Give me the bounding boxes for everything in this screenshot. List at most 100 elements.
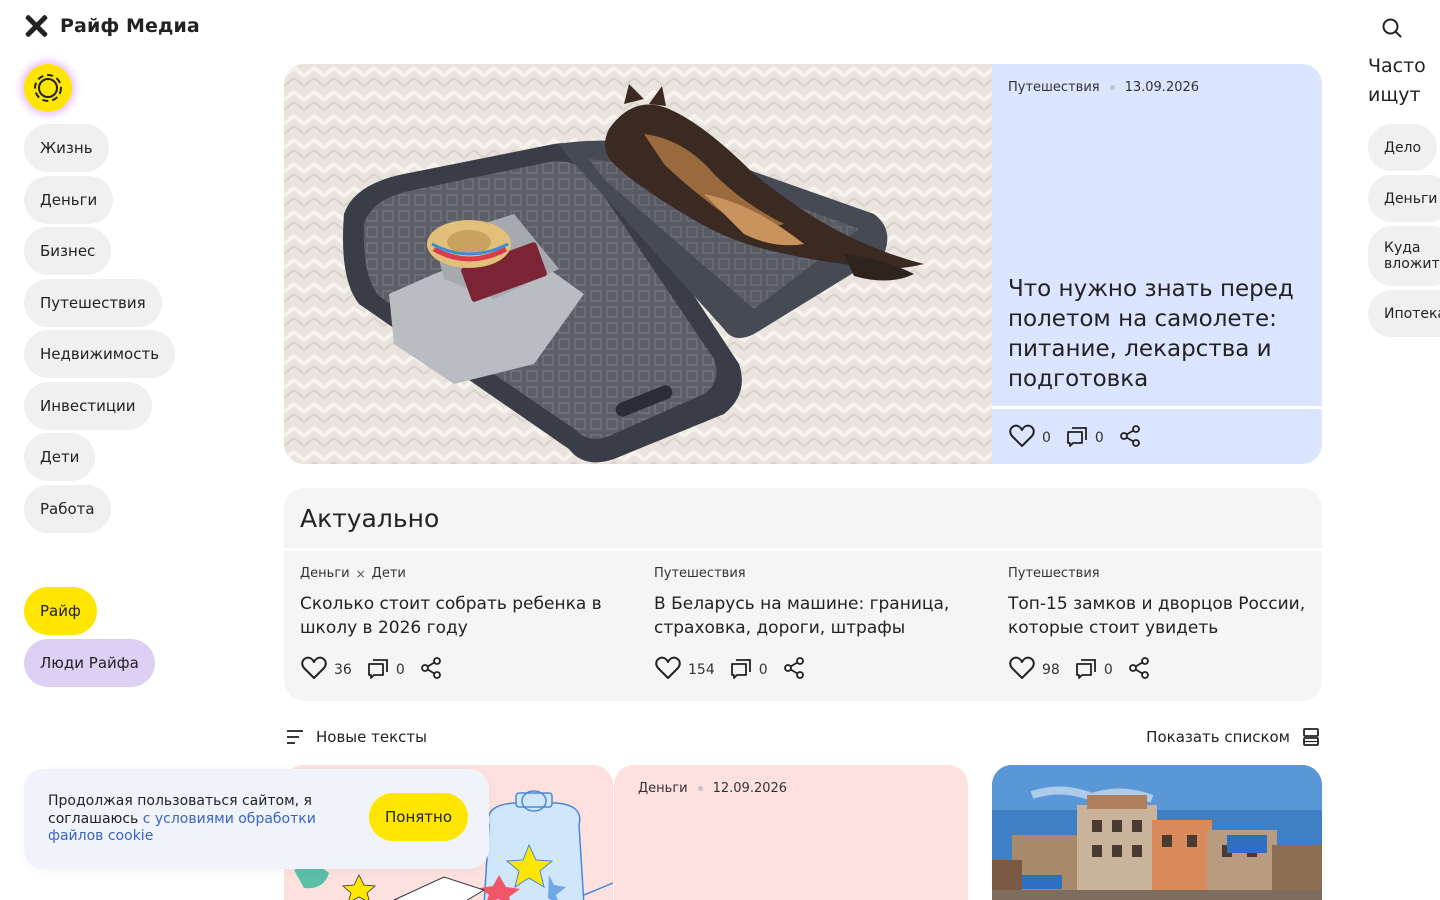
- like-button[interactable]: [1008, 422, 1036, 454]
- nav-item-life[interactable]: Жизнь: [24, 124, 109, 172]
- logo-text: Райф Медиа: [60, 15, 200, 37]
- like-count: 98: [1042, 662, 1060, 678]
- heart-icon: [1009, 656, 1035, 679]
- comment-count: 0: [758, 662, 768, 678]
- article-actions: 98 0: [1008, 654, 1338, 686]
- share-icon: [783, 657, 804, 679]
- actual-article[interactable]: Путешествия Топ-15 замков и дворцов Росс…: [1008, 566, 1338, 686]
- comment-button[interactable]: [729, 656, 753, 684]
- search-button[interactable]: [1380, 16, 1404, 40]
- nav-item-kids[interactable]: Дети: [24, 433, 96, 481]
- new-texts-label: Новые тексты: [316, 728, 427, 746]
- often-searched-title-line1: Часто: [1368, 55, 1426, 77]
- comment-icon: [730, 659, 751, 679]
- feed-toolbar: Новые тексты Показать списком: [284, 724, 1322, 750]
- comment-button[interactable]: [1074, 656, 1098, 684]
- hero-photo-cat-in-suitcase: [284, 64, 992, 464]
- nav-item-raif[interactable]: Райф: [24, 587, 97, 635]
- comment-icon: [1067, 427, 1087, 447]
- category-nav: Жизнь Деньги Бизнес Путешествия Недвижим…: [24, 124, 176, 533]
- cookie-accept-button[interactable]: Понятно: [369, 793, 469, 841]
- show-list-toggle[interactable]: Показать списком: [1146, 726, 1322, 748]
- card-date: 12.09.2026: [712, 781, 788, 796]
- article-actions: 154 0: [654, 654, 984, 686]
- share-icon: [1119, 425, 1140, 447]
- new-texts-filter[interactable]: Новые тексты: [284, 726, 427, 748]
- article-card-money[interactable]: Деньги 12.09.2026: [614, 765, 968, 900]
- brand-ring-icon: [34, 74, 62, 102]
- hero-title[interactable]: Что нужно знать перед полетом на самолет…: [1008, 274, 1308, 394]
- like-button[interactable]: [654, 654, 682, 686]
- site-logo[interactable]: Райф Медиа: [24, 14, 200, 38]
- article-tag[interactable]: Дети: [372, 566, 406, 581]
- share-button[interactable]: [419, 656, 443, 684]
- meta-dot: [1109, 85, 1115, 90]
- comment-icon: [367, 659, 388, 679]
- show-list-label: Показать списком: [1146, 728, 1290, 746]
- section-divider: [284, 548, 1322, 551]
- often-searched-item[interactable]: Дело: [1368, 124, 1438, 171]
- heart-icon: [655, 656, 681, 679]
- article-tags: Путешествия: [1008, 566, 1338, 581]
- like-count: 0: [1042, 430, 1051, 446]
- article-tag[interactable]: Путешествия: [654, 566, 746, 581]
- nav-item-travel[interactable]: Путешествия: [24, 278, 162, 327]
- like-button[interactable]: [300, 654, 328, 686]
- comment-icon: [1075, 659, 1096, 679]
- hero-category[interactable]: Путешествия: [1008, 80, 1100, 95]
- article-title[interactable]: В Беларусь на машине: граница, страховка…: [654, 592, 984, 640]
- cookie-banner: Продолжая пользоваться сайтом, я соглаша…: [24, 769, 489, 869]
- article-actions: 36 0: [300, 654, 630, 686]
- article-tag[interactable]: Путешествия: [1008, 566, 1100, 581]
- card-divider: [992, 406, 1322, 409]
- nav-item-raif-people[interactable]: Люди Райфа: [24, 638, 155, 687]
- card-category[interactable]: Деньги: [638, 781, 688, 796]
- often-searched-item[interactable]: Куда вложит: [1368, 226, 1440, 286]
- actual-article[interactable]: Деньги × Дети Сколько стоит собрать ребе…: [300, 566, 630, 686]
- nav-item-realty[interactable]: Недвижимость: [24, 330, 176, 378]
- tag-separator: ×: [355, 566, 366, 581]
- actual-article[interactable]: Путешествия В Беларусь на машине: границ…: [654, 566, 984, 686]
- cookie-text: Продолжая пользоваться сайтом, я соглаша…: [48, 793, 348, 846]
- article-title[interactable]: Топ-15 замков и дворцов России, которые …: [1008, 592, 1338, 640]
- share-button[interactable]: [1127, 656, 1151, 684]
- search-icon: [1382, 18, 1402, 38]
- sort-lines-icon: [287, 730, 303, 744]
- brand-circle-button[interactable]: [24, 64, 72, 112]
- share-button[interactable]: [782, 656, 806, 684]
- actual-title: Актуально: [300, 504, 440, 533]
- hero-meta: Путешествия 13.09.2026: [1008, 80, 1199, 95]
- share-icon: [1128, 657, 1149, 679]
- comment-button[interactable]: [1065, 424, 1089, 452]
- nav-item-investments[interactable]: Инвестиции: [24, 381, 152, 430]
- like-count: 36: [334, 662, 352, 678]
- like-count: 154: [688, 662, 715, 678]
- hero-image[interactable]: [284, 64, 992, 464]
- hero-actions: 0 0: [1008, 422, 1142, 454]
- often-searched-item-line2: вложит: [1384, 256, 1440, 272]
- nav-item-work[interactable]: Работа: [24, 484, 111, 533]
- brand-nav: Райф Люди Райфа: [24, 587, 155, 687]
- like-button[interactable]: [1008, 654, 1036, 686]
- raif-logo-icon: [24, 14, 48, 38]
- nav-item-money[interactable]: Деньги: [24, 175, 114, 224]
- hero-article-card[interactable]: Путешествия 13.09.2026 Что нужно знать п…: [992, 64, 1322, 464]
- comment-count: 0: [395, 662, 405, 678]
- article-tags: Деньги × Дети: [300, 566, 630, 581]
- often-searched-list: Дело Деньги Куда вложит Ипотека: [1368, 124, 1440, 337]
- often-searched-title: Часто ищут: [1368, 52, 1426, 110]
- share-button[interactable]: [1118, 424, 1142, 452]
- article-title[interactable]: Сколько стоит собрать ребенка в школу в …: [300, 592, 630, 640]
- often-searched-item[interactable]: Деньги: [1368, 175, 1440, 222]
- comment-count: 0: [1094, 430, 1104, 446]
- comment-button[interactable]: [366, 656, 390, 684]
- actual-section: Актуально Деньги × Дети Сколько стоит со…: [284, 488, 1322, 701]
- article-card-photo[interactable]: [992, 765, 1322, 900]
- often-searched-title-line2: ищут: [1368, 84, 1421, 106]
- card-meta: Деньги 12.09.2026: [638, 781, 787, 796]
- often-searched-item[interactable]: Ипотека: [1368, 290, 1440, 337]
- article-tag[interactable]: Деньги: [300, 566, 350, 581]
- nav-item-business[interactable]: Бизнес: [24, 227, 112, 275]
- article-tags: Путешествия: [654, 566, 984, 581]
- heart-icon: [1009, 424, 1035, 447]
